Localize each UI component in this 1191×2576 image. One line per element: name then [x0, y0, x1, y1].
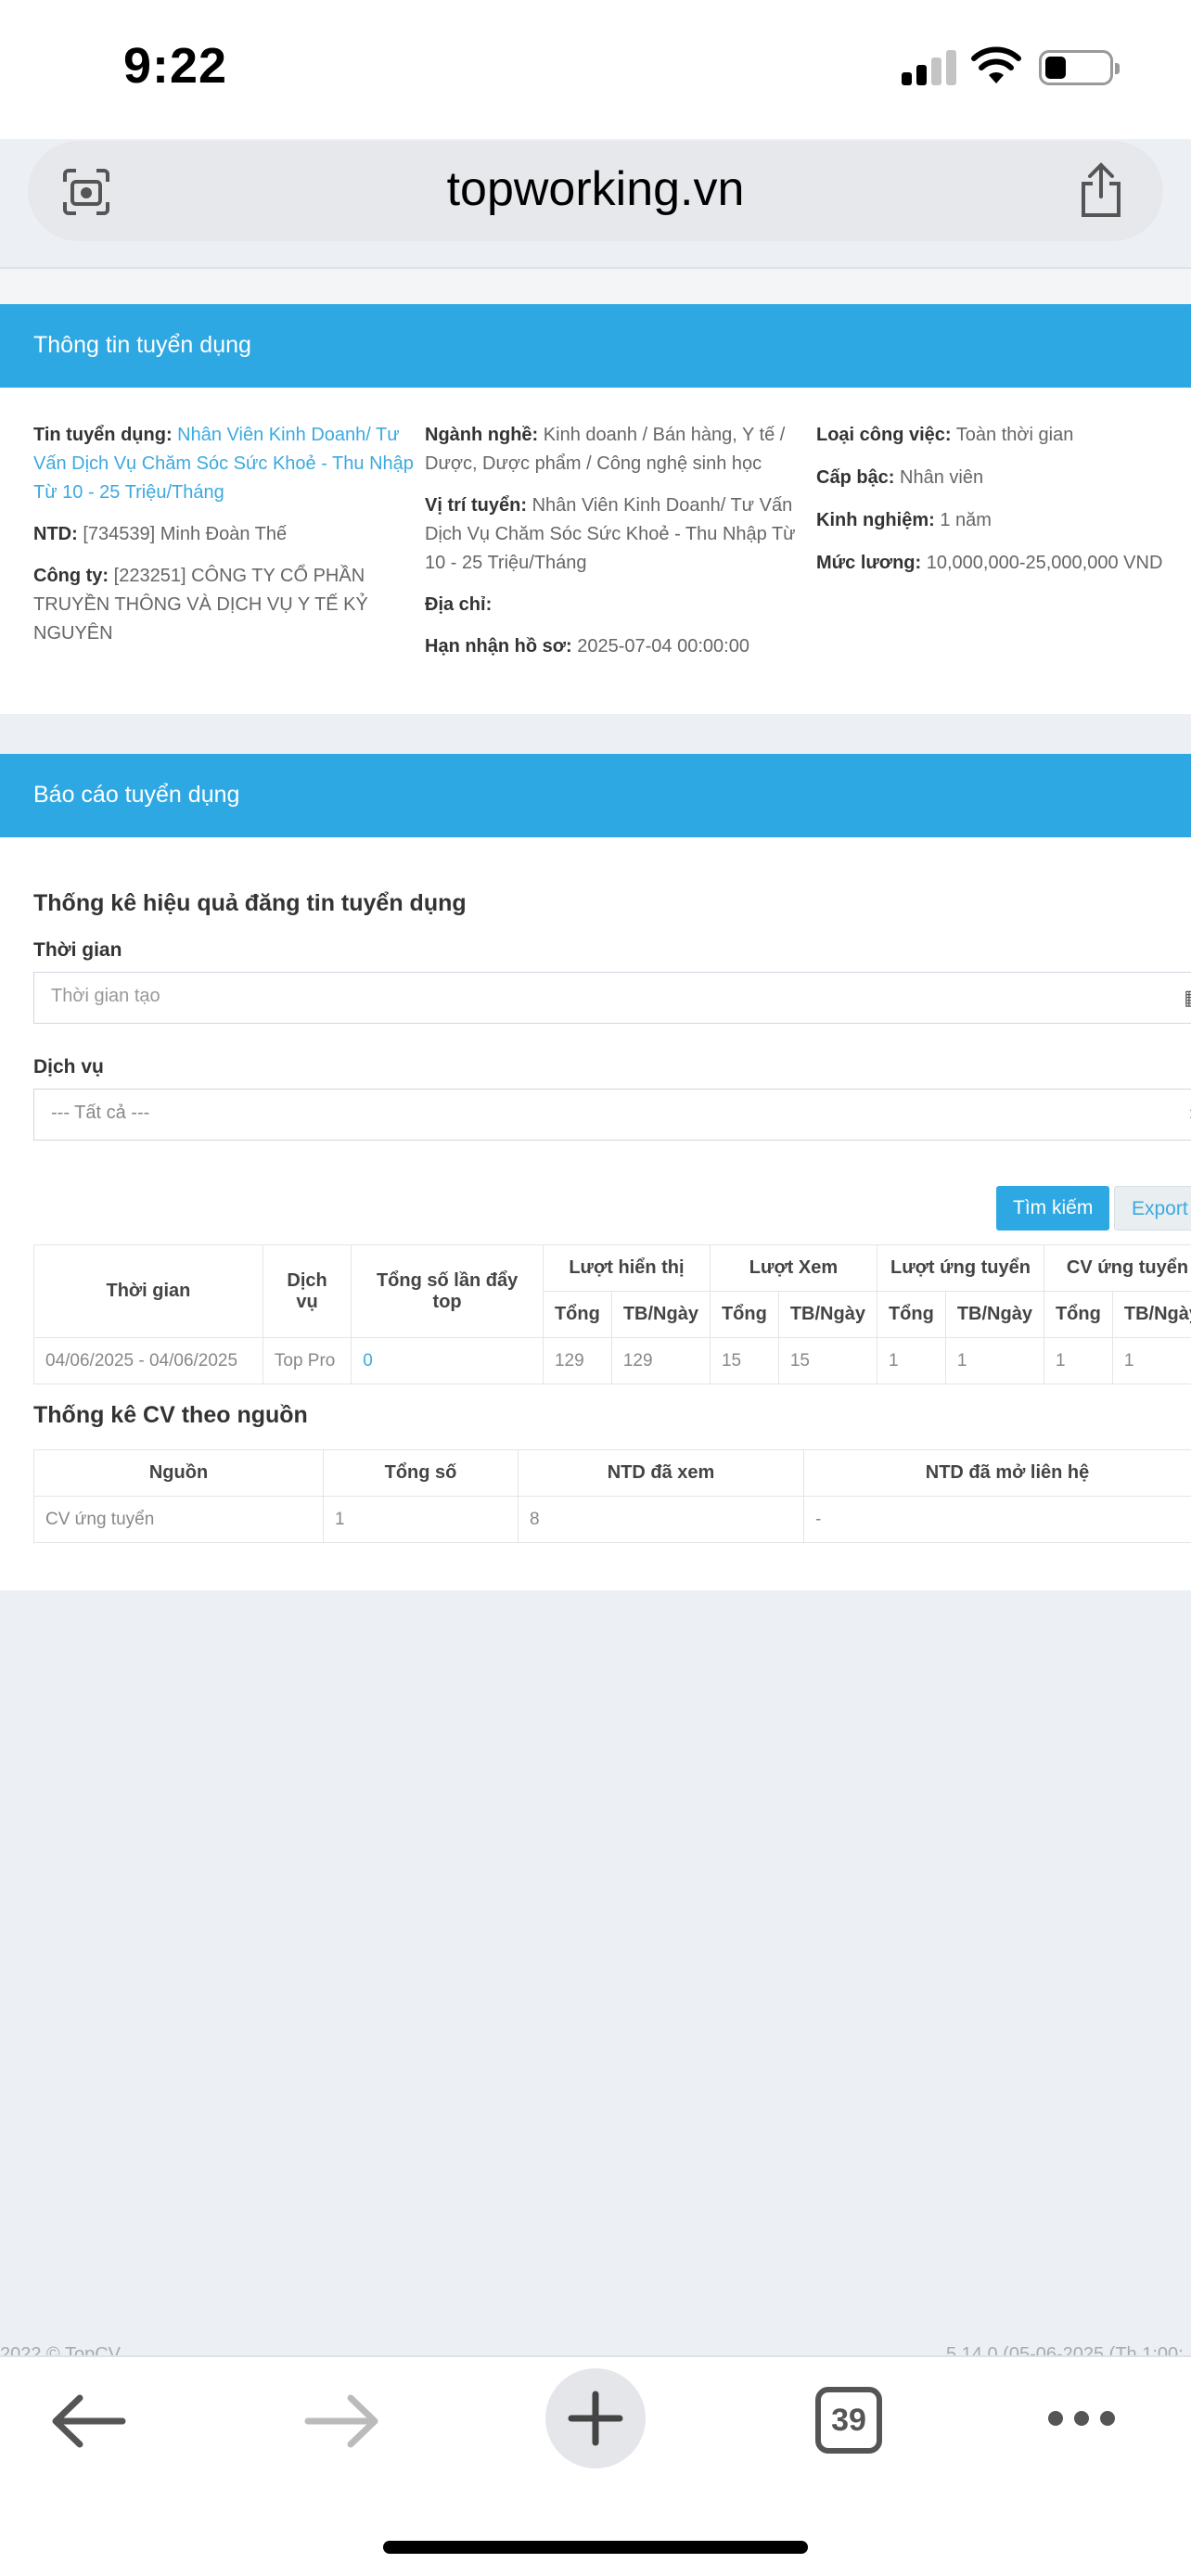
- time-label: Thời gian: [33, 939, 122, 961]
- more-icon[interactable]: [1048, 2411, 1115, 2426]
- stats-title: Thống kê hiệu quả đăng tin tuyển dụng: [33, 890, 467, 916]
- th-total: Tổng: [876, 1291, 946, 1338]
- time-range-input[interactable]: Thời gian tạo ▦: [33, 972, 1191, 1024]
- salary-label: Mức lương:: [816, 553, 922, 573]
- share-icon[interactable]: [1076, 161, 1126, 219]
- th-per-day: TB/Ngày: [610, 1291, 711, 1338]
- url-text[interactable]: topworking.vn: [28, 161, 1163, 217]
- th-cv-applies: CV ứng tuyển: [1043, 1244, 1191, 1292]
- th-total: Tổng: [542, 1291, 612, 1338]
- service-select[interactable]: --- Tất cả --- ⇕: [33, 1089, 1191, 1141]
- wifi-icon: [971, 46, 1021, 83]
- th-total: Tổng: [709, 1291, 779, 1338]
- th-per-day: TB/Ngày: [944, 1291, 1044, 1338]
- th-total: Tổng: [1043, 1291, 1113, 1338]
- battery-icon: [1039, 50, 1120, 85]
- cellular-signal-icon: [902, 50, 957, 85]
- th-source: Nguồn: [33, 1449, 324, 1497]
- cell-apply-day: 1: [944, 1337, 1044, 1384]
- job-info-col-1: Tin tuyển dụng: Nhân Viên Kinh Doanh/ Tư…: [33, 421, 414, 661]
- experience-label: Kinh nghiệm:: [816, 510, 935, 530]
- table-row: 04/06/2025 - 04/06/2025 Top Pro 0 129 12…: [33, 1337, 1191, 1384]
- experience-value: 1 năm: [940, 510, 992, 530]
- tabs-button[interactable]: 39: [815, 2387, 882, 2454]
- deadline-label: Hạn nhận hồ sơ:: [425, 636, 572, 657]
- cell-view-day: 15: [777, 1337, 877, 1384]
- time-placeholder: Thời gian tạo: [51, 986, 160, 1006]
- cell-imp-day: 129: [610, 1337, 711, 1384]
- cell-view-total: 15: [709, 1337, 779, 1384]
- home-indicator: [383, 2541, 808, 2554]
- cell-imp-total: 129: [542, 1337, 612, 1384]
- th-ntd-viewed: NTD đã xem: [518, 1449, 804, 1497]
- cell-push-top-link[interactable]: 0: [351, 1337, 544, 1384]
- cell-apply-total: 1: [876, 1337, 946, 1384]
- job-label: Tin tuyển dụng:: [33, 425, 173, 445]
- table-row: CV ứng tuyển 1 8 -: [33, 1496, 1191, 1543]
- th-per-day: TB/Ngày: [777, 1291, 877, 1338]
- ntd-label: NTD:: [33, 524, 78, 544]
- deadline-value: 2025-07-04 00:00:00: [577, 636, 749, 657]
- report-panel: Báo cáo tuyển dụng Thống kê hiệu quả đăn…: [0, 754, 1191, 1590]
- plus-icon: [568, 2391, 623, 2446]
- industry-label: Ngành nghề:: [425, 425, 539, 445]
- new-tab-button[interactable]: [545, 2368, 646, 2468]
- status-bar: 9:22: [0, 0, 1191, 139]
- position-label: Vị trí tuyển:: [425, 495, 528, 516]
- job-info-title: Thông tin tuyển dụng: [0, 304, 1191, 388]
- job-info-panel: Thông tin tuyển dụng Tin tuyển dụng: Nhâ…: [0, 304, 1191, 714]
- cell-ntd-viewed: 8: [518, 1496, 804, 1543]
- address-bar[interactable]: topworking.vn: [28, 141, 1163, 241]
- level-label: Cấp bậc:: [816, 467, 895, 488]
- status-time: 9:22: [123, 38, 228, 94]
- th-ntd-contacted: NTD đã mở liên hệ: [803, 1449, 1191, 1497]
- service-selected: --- Tất cả ---: [51, 1103, 150, 1123]
- select-arrows-icon[interactable]: ⇕: [1186, 1103, 1191, 1127]
- search-button[interactable]: Tìm kiếm: [996, 1186, 1110, 1231]
- forward-arrow-icon[interactable]: [291, 2370, 393, 2472]
- th-push-top: Tổng số lần đẩy top: [351, 1244, 544, 1338]
- salary-value: 10,000,000-25,000,000 VND: [926, 553, 1163, 573]
- service-label: Dịch vụ: [33, 1056, 104, 1078]
- cell-total-count: 1: [323, 1496, 519, 1543]
- cell-cv-total: 1: [1043, 1337, 1113, 1384]
- th-time: Thời gian: [33, 1244, 263, 1338]
- company-label: Công ty:: [33, 566, 109, 586]
- ntd-value: [734539] Minh Đoàn Thế: [83, 524, 288, 544]
- job-info-col-3: Loại công việc: Toàn thời gian Cấp bậc: …: [816, 421, 1191, 591]
- cell-time: 04/06/2025 - 04/06/2025: [33, 1337, 263, 1384]
- cell-source: CV ứng tuyển: [33, 1496, 324, 1543]
- stats-table: Thời gian Dịch vụ Tổng số lần đẩy top Lư…: [33, 1244, 1191, 1384]
- cv-source-title: Thống kê CV theo nguồn: [33, 1402, 308, 1428]
- th-impressions: Lượt hiển thị: [542, 1244, 711, 1292]
- th-service: Dịch vụ: [262, 1244, 352, 1338]
- cell-cv-day: 1: [1111, 1337, 1191, 1384]
- job-type-label: Loại công việc:: [816, 425, 952, 445]
- th-views: Lượt Xem: [709, 1244, 877, 1292]
- level-value: Nhân viên: [900, 467, 984, 488]
- report-title: Báo cáo tuyển dụng: [0, 754, 1191, 837]
- cv-source-table: Nguồn Tổng số NTD đã xem NTD đã mở liên …: [33, 1449, 1191, 1543]
- calendar-icon[interactable]: ▦: [1184, 986, 1191, 1010]
- cell-service: Top Pro: [262, 1337, 352, 1384]
- job-type-value: Toàn thời gian: [955, 425, 1074, 445]
- th-applies: Lượt ứng tuyển: [876, 1244, 1044, 1292]
- th-total-count: Tổng số: [323, 1449, 519, 1497]
- cell-ntd-contacted: -: [803, 1496, 1191, 1543]
- job-info-col-2: Ngành nghề: Kinh doanh / Bán hàng, Y tế …: [425, 421, 813, 674]
- th-per-day: TB/Ngày: [1111, 1291, 1191, 1338]
- back-arrow-icon[interactable]: [37, 2370, 139, 2472]
- page-top-strip: [0, 269, 1191, 304]
- address-label: Địa chỉ:: [425, 594, 493, 615]
- export-button[interactable]: Export: [1114, 1186, 1191, 1231]
